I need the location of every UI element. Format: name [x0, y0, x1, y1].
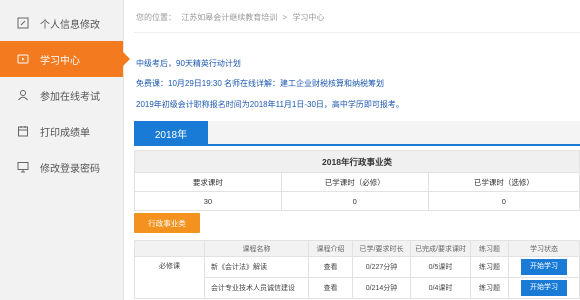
- course-time: 0/227分钟: [352, 256, 411, 278]
- sidebar-item-change-password[interactable]: 修改登录密码: [0, 149, 123, 185]
- course-hours: 0/4课时: [410, 277, 471, 299]
- notice-link[interactable]: 中级考后，90天精英行动计划: [136, 58, 241, 69]
- sidebar-item-label: 学习中心: [40, 55, 80, 67]
- start-learning-button[interactable]: 开始学习: [521, 280, 567, 296]
- course-name: 会计专业技术人员诚信建设: [204, 277, 309, 299]
- summary-elective-learned: 0: [427, 191, 580, 211]
- exercise-link[interactable]: 练习题: [470, 256, 509, 278]
- tab-year-2018[interactable]: 2018年: [134, 121, 208, 146]
- column-header: 已完成/要求课时: [410, 240, 471, 257]
- sidebar-item-online-exam[interactable]: 参加在线考试: [0, 77, 123, 113]
- column-header: 学习状态: [508, 240, 580, 257]
- group-label: 必修课: [134, 256, 205, 299]
- course-time: 0/214分钟: [352, 277, 411, 299]
- column-header: 课程名称: [204, 240, 309, 257]
- notice-link[interactable]: 2019年初级会计职称报名时间为2018年11月1日-30日，高中学历即可报考。: [136, 99, 404, 110]
- summary-caption: 2018年行政事业类: [134, 150, 580, 173]
- status-cell: 开始学习: [508, 277, 580, 299]
- main-content: 您的位置： 江苏如皋会计继续教育培训 > 学习中心 中级考后，90天精英行动计划…: [124, 0, 580, 300]
- notice-link[interactable]: 免费课：10月29日19:30 名师在线详解：建工企业财税核算和纳税筹划: [136, 78, 384, 89]
- status-cell: 开始学习: [508, 256, 580, 278]
- breadcrumb: 您的位置： 江苏如皋会计继续教育培训 > 学习中心: [136, 12, 327, 23]
- sidebar: 个人信息修改 学习中心 参加在线考试 打印成绩单 修改登录密码: [0, 0, 130, 300]
- calendar-icon: [17, 125, 29, 137]
- year-tab-bar: 2018年: [134, 121, 580, 146]
- column-header: [134, 240, 205, 257]
- course-intro-link[interactable]: 查看: [308, 256, 353, 278]
- breadcrumb-separator: >: [282, 13, 288, 22]
- column-header: 练习题: [470, 240, 509, 257]
- course-name: 新《会计法》解读: [204, 256, 309, 278]
- user-icon: [17, 89, 29, 101]
- table-row: 必修课 新《会计法》解读 查看 0/227分钟 0/5课时 练习题 开始学习: [134, 256, 580, 299]
- summary-table: 2018年行政事业类 要求课时 已学课时（必修） 已学课时（选修） 30 0 0: [134, 150, 580, 211]
- summary-header: 已学课时（选修）: [427, 172, 580, 192]
- start-learning-button[interactable]: 开始学习: [521, 259, 567, 275]
- summary-header: 要求课时: [134, 172, 282, 192]
- sidebar-item-print-transcript[interactable]: 打印成绩单: [0, 113, 123, 149]
- sidebar-item-label: 修改登录密码: [40, 163, 100, 175]
- breadcrumb-divider: [134, 32, 580, 33]
- summary-header: 已学课时（必修）: [280, 172, 429, 192]
- category-button[interactable]: 行政事业类: [134, 213, 200, 233]
- breadcrumb-prefix: 您的位置：: [136, 13, 176, 22]
- sidebar-item-profile[interactable]: 个人信息修改: [0, 5, 123, 41]
- column-header: 课程介绍: [308, 240, 353, 257]
- summary-required-hours: 30: [134, 191, 282, 211]
- edit-icon: [17, 17, 29, 29]
- course-hours: 0/5课时: [410, 256, 471, 278]
- sidebar-item-label: 打印成绩单: [40, 127, 90, 139]
- sidebar-item-label: 个人信息修改: [40, 19, 100, 31]
- column-header: 已学/要求时长: [352, 240, 411, 257]
- play-icon: [17, 53, 29, 65]
- exercise-link[interactable]: 练习题: [470, 277, 509, 299]
- course-intro-link[interactable]: 查看: [308, 277, 353, 299]
- monitor-icon: [17, 161, 29, 173]
- course-table: 课程名称 课程介绍 已学/要求时长 已完成/要求课时 练习题 学习状态 必修课 …: [134, 240, 580, 299]
- breadcrumb-current: 学习中心: [292, 13, 325, 22]
- summary-required-learned: 0: [280, 191, 429, 211]
- sidebar-item-label: 参加在线考试: [40, 91, 100, 103]
- breadcrumb-home-link[interactable]: 江苏如皋会计继续教育培训: [181, 13, 277, 22]
- sidebar-item-learning-center[interactable]: 学习中心: [0, 41, 130, 77]
